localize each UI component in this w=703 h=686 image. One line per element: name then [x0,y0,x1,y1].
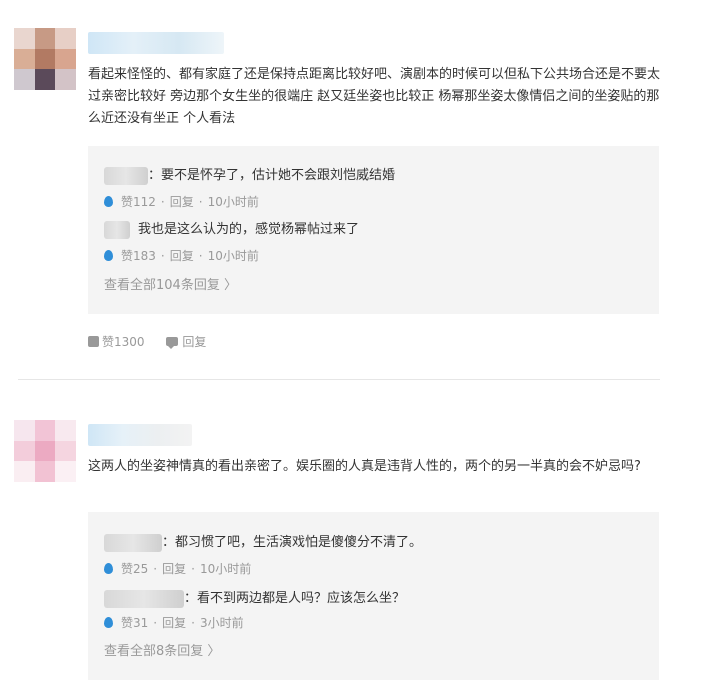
comment-text: 这两人的坐姿神情真的看出亲密了。娱乐圈的人真是违背人性的，两个的另一半真的会不妒… [88,459,641,474]
view-all-replies-link[interactable]: 查看全部104条回复 〉 [104,274,237,293]
reply-meta: 赞183 · 回复 · 10小时前 [104,247,259,264]
reply-panel: ：都习惯了吧，生活演戏怕是傻傻分不清了。 赞25 · 回复 · 10小时前 ：看不到两边… [88,512,659,680]
username-blurred[interactable] [88,424,192,446]
reply-username-blurred[interactable] [104,220,130,239]
avatar[interactable] [14,420,76,482]
reply-time: 10小时前 [199,562,252,576]
reply-text: ：看不到两边都是人吗？应该怎么坐？ [184,591,406,606]
reply-username-blurred[interactable] [104,589,184,608]
like-button[interactable]: 赞1300 [88,335,145,349]
reply-time: 10小时前 [207,249,259,263]
avatar[interactable] [14,28,76,90]
reply-item: ：看不到两边都是人吗？应该怎么坐？ [104,587,405,608]
reply-username-blurred[interactable] [104,166,148,185]
reply-panel: ：要不是怀孕了，估计她不会跟刘恺威结婚 赞112 · 回复 · 10小时前 我也是这么认… [88,146,659,314]
comment-divider [18,379,660,380]
reply-item: 我也是这么认为的，感觉杨幂帖过来了 [104,218,359,239]
reply-item: ：都习惯了吧，生活演戏怕是傻傻分不清了。 [104,531,422,552]
reply-label: 回复 [182,335,207,349]
like-drop-icon[interactable] [104,196,113,207]
reply-text: ：要不是怀孕了，估计她不会跟刘恺威结婚 [148,168,396,183]
reply-meta: 赞25 · 回复 · 10小时前 [104,560,251,577]
reply-button[interactable]: 回复 [166,335,206,349]
reply-button[interactable]: 回复 [170,195,194,209]
view-all-replies-link[interactable]: 查看全部8条回复 〉 [104,640,220,659]
comment-bubble-icon [166,337,179,349]
reply-likes[interactable]: 赞112 [121,195,156,209]
reply-item: ：要不是怀孕了，估计她不会跟刘恺威结婚 [104,164,395,185]
reply-button[interactable]: 回复 [162,616,186,630]
reply-likes[interactable]: 赞31 [121,616,148,630]
reply-meta: 赞31 · 回复 · 3小时前 [104,614,244,631]
like-drop-icon[interactable] [104,250,113,261]
reply-text: ：都习惯了吧，生活演戏怕是傻傻分不清了。 [162,535,423,550]
comment-actions: 赞1300 回复 [88,333,224,350]
reply-time: 3小时前 [199,616,244,630]
like-drop-icon[interactable] [104,563,113,574]
like-drop-icon[interactable] [104,617,113,628]
thumbs-up-icon [88,336,99,347]
reply-likes[interactable]: 赞183 [121,249,156,263]
username-blurred[interactable] [88,32,224,54]
reply-username-blurred[interactable] [104,533,162,552]
reply-text: 我也是这么认为的，感觉杨幂帖过来了 [138,222,360,237]
reply-time: 10小时前 [207,195,259,209]
reply-button[interactable]: 回复 [162,562,186,576]
comment-text: 看起来怪怪的、都有家庭了还是保持点距离比较好吧、演剧本的时候可以但私下公共场合还… [88,67,661,126]
reply-button[interactable]: 回复 [170,249,194,263]
reply-likes[interactable]: 赞25 [121,562,148,576]
like-count: 赞1300 [102,335,145,349]
reply-meta: 赞112 · 回复 · 10小时前 [104,193,259,210]
